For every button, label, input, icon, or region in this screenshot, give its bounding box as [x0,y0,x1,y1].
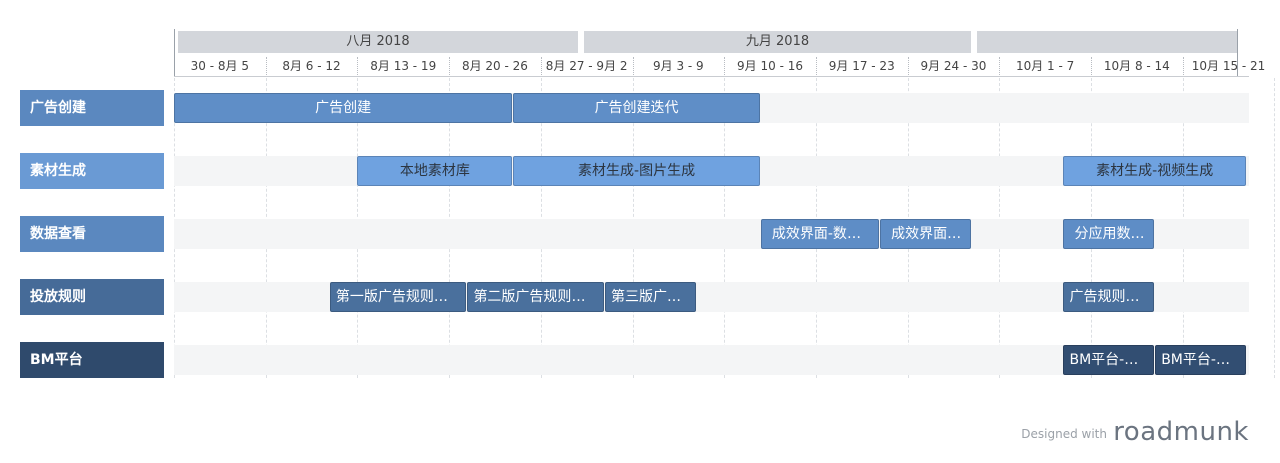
lane-label[interactable]: BM平台 [20,342,164,378]
week-header: 9月 10 - 16 [737,59,803,73]
roadmap-item[interactable]: 成效界面-数据视图 [760,219,880,249]
week-divider [540,57,542,75]
week-header: 8月 13 - 19 [370,59,437,73]
roadmap-item[interactable]: 广告创建 [174,93,513,123]
week-divider [724,57,726,75]
lane-label[interactable]: 投放规则 [20,279,164,315]
week-divider [1182,57,1184,75]
week-header: 9月 17 - 23 [828,59,895,73]
week-header: 9月 24 - 30 [920,59,987,73]
week-gridline [1274,78,1276,378]
week-header: 8月 6 - 12 [282,59,341,73]
roadmap-item[interactable]: BM平台-账户管理 [1063,345,1155,375]
roadmap-item[interactable]: 第二版广告规则测试 [467,282,604,312]
roadmap-item[interactable]: 第一版广告规则测试 [329,282,467,312]
designed-with-label: Designed with [1021,427,1107,441]
week-divider [1091,57,1092,75]
week-header: 8月 20 - 26 [461,59,528,73]
roadmap-item[interactable]: BM平台-权限管理 [1155,345,1246,375]
week-header: 10月 1 - 7 [1015,59,1075,73]
month-header: 九月 2018 [584,31,971,53]
roadmap-item[interactable]: 分应用数据查看 [1063,219,1155,249]
week-header: 10月 8 - 14 [1103,59,1170,73]
roadmap-item[interactable]: 素材生成-图片生成 [513,156,760,186]
roadmap-item[interactable]: 广告规则优化 [1063,282,1155,312]
week-divider [265,57,267,75]
header-divider [174,76,1249,77]
roadmap-item[interactable]: 第三版广告规则测试 [604,282,696,312]
lane-label[interactable]: 素材生成 [20,153,164,189]
week-divider [449,57,451,75]
roadmap-item[interactable]: 广告创建迭代 [513,93,760,123]
month-header: 八月 2018 [178,31,578,53]
week-divider [907,57,909,75]
lane-label[interactable]: 广告创建 [20,90,164,126]
week-header: 8月 27 - 9月 2 [545,59,628,73]
week-divider [815,57,817,75]
week-divider [632,57,634,75]
week-header: 10月 15 - 21 [1191,59,1266,73]
week-header: 30 - 8月 5 [190,59,249,73]
week-header: 9月 3 - 9 [653,59,704,73]
month-header [977,31,1237,53]
roadmap-item[interactable]: 素材生成-视频生成 [1063,156,1246,186]
roadmap-item[interactable]: 本地素材库 [357,156,513,186]
week-divider [357,57,359,75]
week-divider [999,57,1001,75]
lane-label[interactable]: 数据查看 [20,216,164,252]
roadmunk-logo[interactable]: roadmunk [1113,417,1249,447]
roadmap-item[interactable]: 成效界面-投放数据 [880,219,971,249]
roadmap-canvas: 八月 2018 九月 2018 30 - 8月 5 8月 6 - 12 8月 13 - … [0,0,1280,463]
